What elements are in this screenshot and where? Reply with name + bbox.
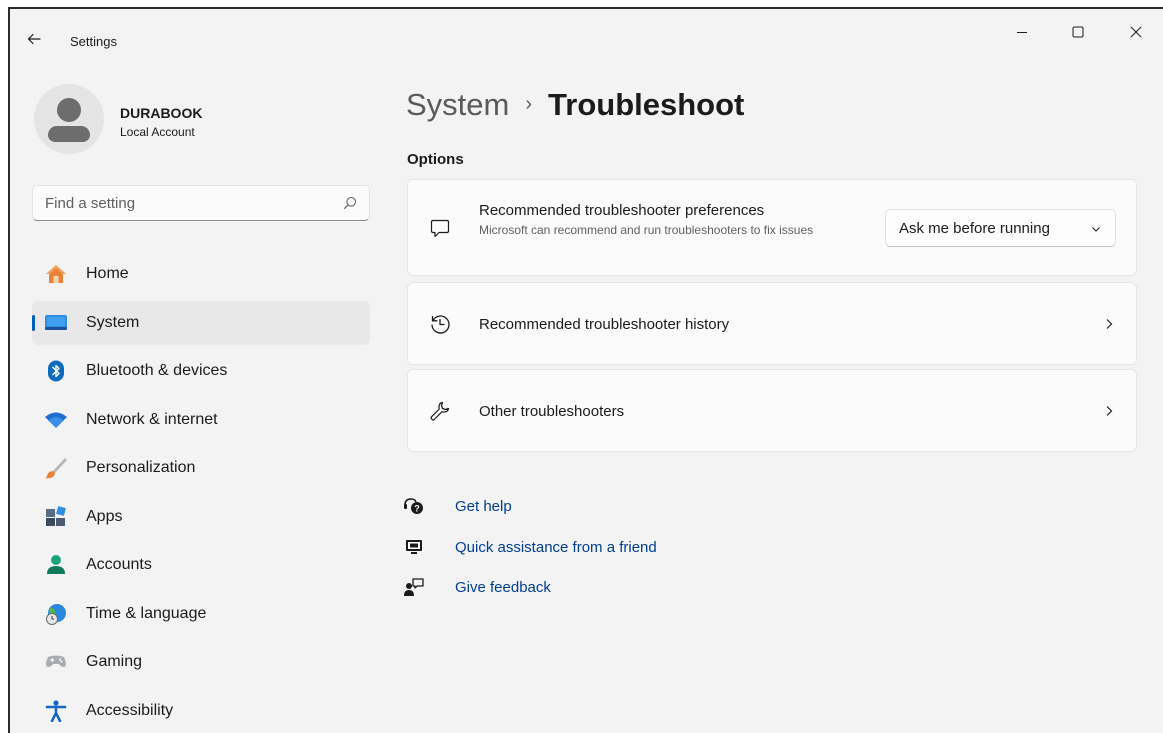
sidebar-item-gaming[interactable]: Gaming xyxy=(32,640,370,684)
accessibility-icon xyxy=(44,699,68,722)
quick-assist-icon xyxy=(402,536,426,558)
user-name: DURABOOK xyxy=(120,105,203,121)
sidebar-item-apps[interactable]: Apps xyxy=(32,495,370,539)
apps-icon xyxy=(44,505,68,528)
wifi-icon xyxy=(44,409,68,431)
wrench-icon xyxy=(428,399,452,423)
card-other-troubleshooters[interactable]: Other troubleshooters xyxy=(407,369,1137,452)
gaming-icon xyxy=(44,651,68,673)
sidebar-item-time-language[interactable]: Time & language xyxy=(32,592,370,636)
maximize-button[interactable] xyxy=(1055,15,1101,49)
breadcrumb-parent[interactable]: System xyxy=(406,87,509,123)
breadcrumb: System › Troubleshoot xyxy=(406,87,744,123)
close-icon xyxy=(1130,26,1142,38)
back-arrow-icon xyxy=(27,33,41,45)
chevron-down-icon xyxy=(1092,227,1100,232)
chevron-right-icon xyxy=(1106,319,1113,329)
search-input[interactable] xyxy=(33,186,333,220)
avatar[interactable] xyxy=(34,84,104,154)
card-troubleshooter-preferences: Recommended troubleshooter preferences M… xyxy=(407,179,1137,276)
maximize-icon xyxy=(1072,26,1084,38)
page-title: Troubleshoot xyxy=(548,87,745,122)
quick-assist-link[interactable]: Quick assistance from a friend xyxy=(402,536,722,577)
give-feedback-link[interactable]: Give feedback xyxy=(402,576,722,617)
sidebar-item-accessibility[interactable]: Accessibility xyxy=(32,689,370,733)
get-help-link[interactable]: ? Get help xyxy=(402,495,722,536)
accounts-icon xyxy=(44,554,68,576)
card-title: Other troubleshooters xyxy=(479,403,625,420)
search-icon[interactable] xyxy=(343,196,357,210)
title-bar: Settings xyxy=(10,9,1163,49)
bluetooth-icon xyxy=(44,360,68,382)
section-title: Options xyxy=(407,151,464,168)
selection-indicator xyxy=(32,314,35,331)
time-language-icon xyxy=(44,603,68,625)
breadcrumb-separator: › xyxy=(525,92,533,115)
dropdown-value: Ask me before running xyxy=(899,220,1050,237)
svg-text:?: ? xyxy=(414,504,420,514)
help-links: ? Get help Quick assistance from a frien… xyxy=(402,495,722,617)
card-troubleshooter-history[interactable]: Recommended troubleshooter history xyxy=(407,282,1137,365)
chevron-right-icon xyxy=(1106,406,1113,416)
history-icon xyxy=(428,312,452,336)
feedback-icon xyxy=(402,576,426,598)
minimize-icon xyxy=(1017,32,1027,33)
sidebar-nav: Home System Bluetooth & devices Network … xyxy=(32,252,370,733)
back-button[interactable] xyxy=(22,27,46,51)
sidebar-item-network[interactable]: Network & internet xyxy=(32,398,370,442)
sidebar-item-home[interactable]: Home xyxy=(32,252,370,296)
chat-bubble-icon xyxy=(428,217,452,241)
sidebar-item-personalization[interactable]: Personalization xyxy=(32,446,370,490)
brush-icon xyxy=(44,457,68,479)
app-title: Settings xyxy=(70,34,117,49)
minimize-button[interactable] xyxy=(999,15,1045,49)
system-icon xyxy=(44,312,68,334)
sidebar-item-system[interactable]: System xyxy=(32,300,370,345)
sidebar-item-bluetooth[interactable]: Bluetooth & devices xyxy=(32,349,370,393)
home-icon xyxy=(44,263,68,285)
close-button[interactable] xyxy=(1113,15,1159,49)
troubleshooter-preference-dropdown[interactable]: Ask me before running xyxy=(885,209,1116,247)
settings-window: Settings DURABOOK Local Account Find a s… xyxy=(8,7,1163,733)
card-description: Microsoft can recommend and run troubles… xyxy=(479,223,814,237)
card-title: Recommended troubleshooter history xyxy=(479,316,730,333)
card-title: Recommended troubleshooter preferences xyxy=(479,202,765,219)
get-help-icon: ? xyxy=(402,495,426,517)
sidebar-item-accounts[interactable]: Accounts xyxy=(32,543,370,587)
account-type: Local Account xyxy=(120,125,195,139)
search-box[interactable] xyxy=(32,185,370,221)
